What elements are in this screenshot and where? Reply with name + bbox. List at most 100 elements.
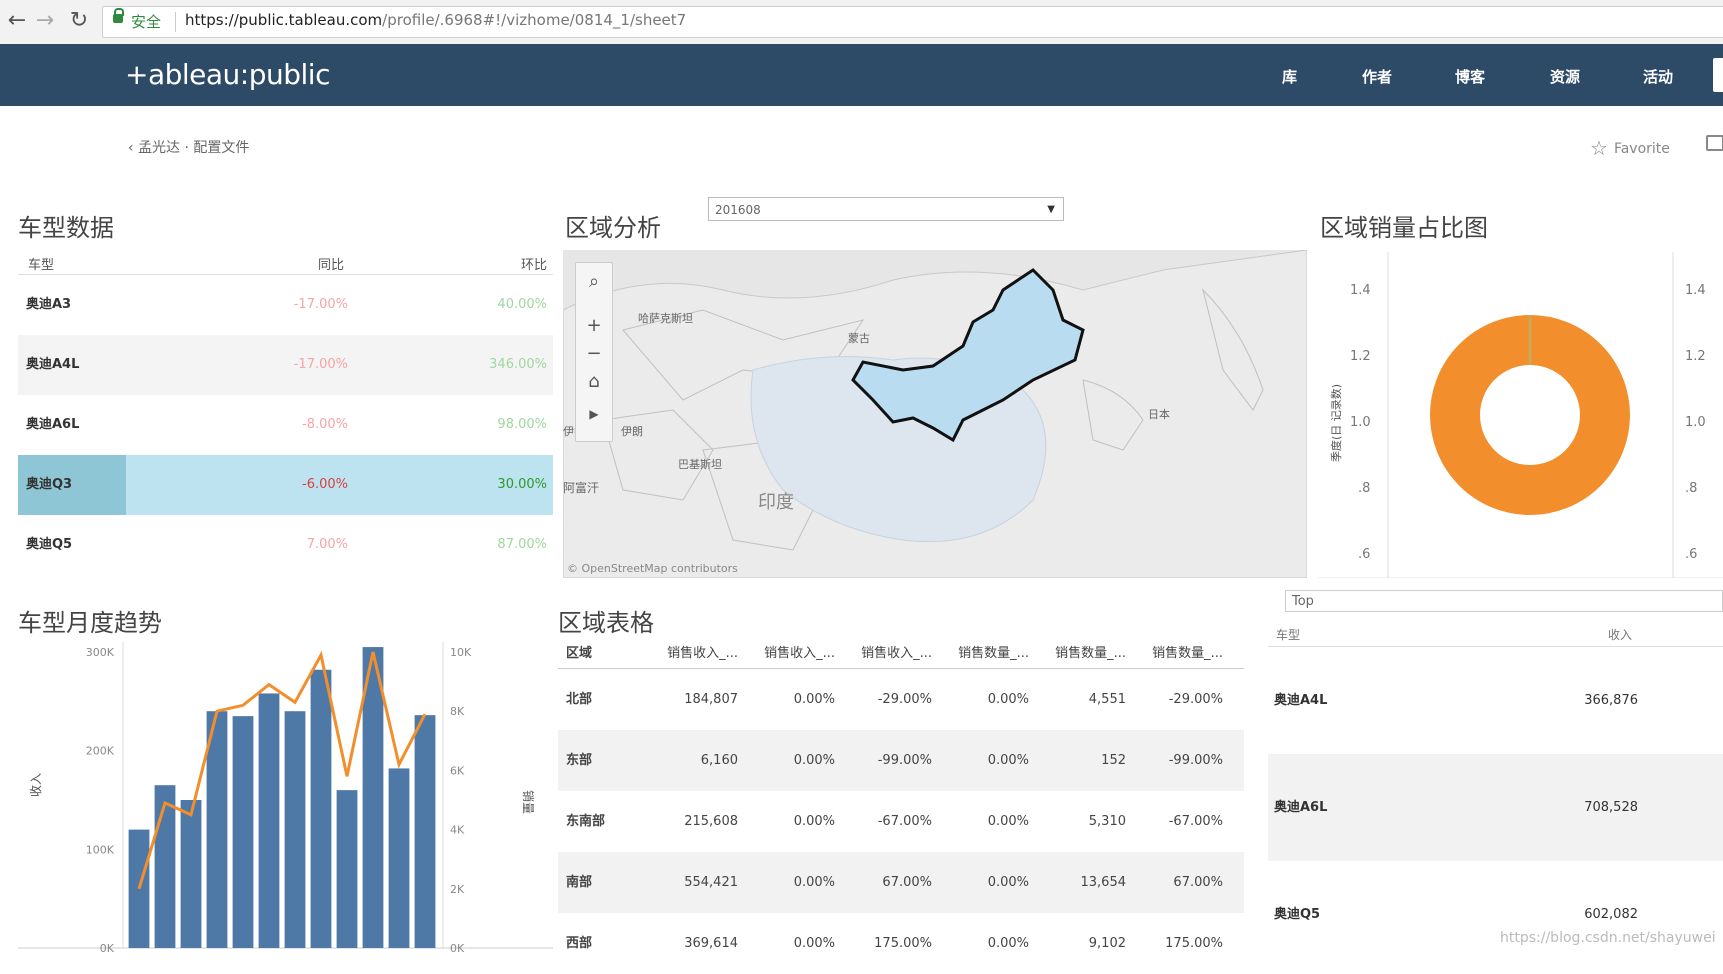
table-row[interactable]: 奥迪A3 -17.00% 40.00% bbox=[18, 275, 553, 335]
list-item[interactable]: 奥迪A6L 708,528 bbox=[1268, 754, 1723, 861]
region-name: 西部 bbox=[566, 936, 593, 951]
region-col[interactable]: 销售数量_... bbox=[1036, 640, 1126, 668]
nav-blog[interactable]: 博客 bbox=[1455, 66, 1485, 87]
region-col[interactable]: 销售收入_... bbox=[745, 640, 835, 668]
trend-bar[interactable] bbox=[180, 800, 202, 948]
trend-bar[interactable] bbox=[154, 785, 176, 948]
table-row[interactable]: 东南部 215,608 0.00% -67.00% 0.00% 5,310 -6… bbox=[558, 791, 1244, 852]
table-row[interactable]: 奥迪A6L -8.00% 98.00% bbox=[18, 395, 553, 455]
period-value: 201608 bbox=[715, 203, 761, 217]
model-col-mom[interactable]: 环比 bbox=[521, 254, 547, 273]
sign-in-button[interactable] bbox=[1713, 58, 1723, 92]
chevron-left-icon: ‹ bbox=[128, 140, 139, 156]
map-attribution: © OpenStreetMap contributors bbox=[567, 562, 738, 575]
model-mom: 87.00% bbox=[497, 537, 547, 552]
trend-bar[interactable] bbox=[414, 715, 436, 948]
trend-chart-svg: 300K 200K 100K 0K 10K 8K 6K 4K 2K 0K 收入 销量 bbox=[18, 642, 553, 955]
list-item[interactable]: 奥迪Q5 602,082 bbox=[1268, 861, 1723, 968]
region-cell: 0.00% bbox=[987, 875, 1029, 890]
region-section-title: 区域分析 bbox=[565, 214, 661, 242]
table-row[interactable]: 南部 554,421 0.00% 67.00% 0.00% 13,654 67.… bbox=[558, 852, 1244, 913]
donut-tick: 1.4 bbox=[1685, 283, 1706, 298]
forward-arrow-icon[interactable]: → bbox=[32, 8, 58, 34]
model-yoy: -6.00% bbox=[302, 477, 348, 492]
top-col-value[interactable]: 收入 bbox=[1608, 626, 1632, 643]
trend-bar[interactable] bbox=[232, 716, 254, 948]
period-dropdown[interactable]: 201608 ▼ bbox=[708, 197, 1064, 221]
trend-bar[interactable] bbox=[336, 790, 358, 948]
region-map[interactable]: 哈萨克斯坦 蒙古 日本 伊拉克 伊朗 巴基斯坦 阿富汗 印度 © OpenStr… bbox=[563, 250, 1307, 578]
model-col-name[interactable]: 车型 bbox=[28, 254, 54, 273]
region-cell: 0.00% bbox=[793, 692, 835, 707]
region-cell: 0.00% bbox=[987, 814, 1029, 829]
model-col-yoy[interactable]: 同比 bbox=[318, 254, 344, 273]
reload-icon[interactable]: ↻ bbox=[66, 8, 92, 34]
favorite-button[interactable]: ☆ Favorite bbox=[1590, 136, 1670, 160]
region-col[interactable]: 销售数量_... bbox=[1133, 640, 1223, 668]
model-yoy: -17.00% bbox=[293, 357, 348, 372]
search-icon[interactable]: ⌕ bbox=[576, 267, 612, 297]
nav-library[interactable]: 库 bbox=[1282, 66, 1297, 87]
trend-section-title: 车型月度趋势 bbox=[18, 609, 162, 637]
region-cell: 13,654 bbox=[1080, 875, 1127, 890]
trend-bar[interactable] bbox=[284, 711, 306, 948]
nav-authors[interactable]: 作者 bbox=[1362, 66, 1392, 87]
model-mom: 98.00% bbox=[497, 417, 547, 432]
trend-left-label: 收入 bbox=[29, 773, 43, 797]
top-filter-input[interactable]: Top bbox=[1285, 590, 1723, 612]
trend-bar[interactable] bbox=[310, 669, 332, 948]
trend-left-tick: 100K bbox=[86, 843, 115, 856]
model-name: 奥迪A6L bbox=[26, 417, 80, 432]
region-cell: 5,310 bbox=[1088, 814, 1126, 829]
region-col[interactable]: 销售收入_... bbox=[648, 640, 738, 668]
play-icon[interactable]: ▶ bbox=[576, 399, 612, 429]
browser-toolbar: ← → ↻ 安全 https://public.tableau.com/prof… bbox=[0, 0, 1723, 45]
url-host: https://public.tableau.com bbox=[185, 11, 383, 29]
model-name: 奥迪Q5 bbox=[26, 537, 73, 552]
url-text[interactable]: https://public.tableau.com/profile/.6968… bbox=[185, 11, 686, 29]
region-cell: -67.00% bbox=[1168, 814, 1223, 829]
table-row[interactable]: 东部 6,160 0.00% -99.00% 0.00% 152 -99.00% bbox=[558, 730, 1244, 791]
model-name: 奥迪A3 bbox=[26, 297, 72, 312]
share-icon[interactable] bbox=[1706, 135, 1723, 151]
region-cell: 0.00% bbox=[987, 936, 1029, 951]
nav-resources[interactable]: 资源 bbox=[1550, 66, 1580, 87]
trend-bar[interactable] bbox=[258, 693, 280, 948]
zoom-in-icon[interactable]: + bbox=[576, 311, 612, 341]
region-cell: 67.00% bbox=[882, 875, 932, 890]
home-icon[interactable]: ⌂ bbox=[576, 367, 612, 397]
trend-right-tick: 4K bbox=[450, 824, 465, 837]
region-col[interactable]: 销售数量_... bbox=[939, 640, 1029, 668]
trend-left-tick: 0K bbox=[100, 942, 115, 955]
nav-events[interactable]: 活动 bbox=[1643, 66, 1673, 87]
list-item[interactable]: 奥迪A4L 366,876 bbox=[1268, 647, 1723, 754]
map-label: 印度 bbox=[758, 492, 794, 513]
donut-section-title: 区域销量占比图 bbox=[1320, 214, 1488, 242]
tableau-public-logo[interactable]: +ableau:public bbox=[125, 58, 330, 91]
table-row[interactable]: 西部 369,614 0.00% 175.00% 0.00% 9,102 175… bbox=[558, 913, 1244, 974]
trend-bar[interactable] bbox=[206, 711, 228, 948]
trend-bar[interactable] bbox=[388, 768, 410, 948]
top-item-value: 708,528 bbox=[1584, 800, 1638, 815]
back-arrow-icon[interactable]: ← bbox=[4, 8, 30, 34]
top-col-name[interactable]: 车型 bbox=[1276, 626, 1300, 643]
watermark: https://blog.csdn.net/shayuwei bbox=[1500, 930, 1716, 946]
trend-left-tick: 200K bbox=[86, 745, 115, 758]
zoom-out-icon[interactable]: − bbox=[576, 339, 612, 369]
table-row[interactable]: 北部 184,807 0.00% -29.00% 0.00% 4,551 -29… bbox=[558, 669, 1244, 730]
region-cell: 9,102 bbox=[1088, 936, 1126, 951]
table-row[interactable]: 奥迪Q5 7.00% 87.00% bbox=[18, 515, 553, 575]
region-col[interactable]: 销售收入_... bbox=[842, 640, 932, 668]
region-cell: -67.00% bbox=[877, 814, 932, 829]
table-row[interactable]: 奥迪A4L -17.00% 346.00% bbox=[18, 335, 553, 395]
top-item-value: 602,082 bbox=[1584, 907, 1638, 922]
donut-svg: 1.4 1.2 1.0 .8 .6 1.4 1.2 1.0 .8 .6 季度(日… bbox=[1318, 252, 1723, 579]
region-col-name[interactable]: 区域 bbox=[566, 640, 592, 668]
region-name: 南部 bbox=[566, 875, 593, 890]
profile-back-link[interactable]: ‹ 孟光达 · 配置文件 bbox=[128, 137, 249, 157]
table-row-selected[interactable]: 奥迪Q3 -6.00% 30.00% bbox=[18, 455, 553, 515]
address-bar[interactable]: 安全 https://public.tableau.com/profile/.6… bbox=[102, 6, 1723, 38]
model-yoy: -17.00% bbox=[293, 297, 348, 312]
region-cell: 67.00% bbox=[1173, 875, 1223, 890]
region-table: 区域 销售收入_... 销售收入_... 销售收入_... 销售数量_... 销… bbox=[558, 640, 1244, 974]
